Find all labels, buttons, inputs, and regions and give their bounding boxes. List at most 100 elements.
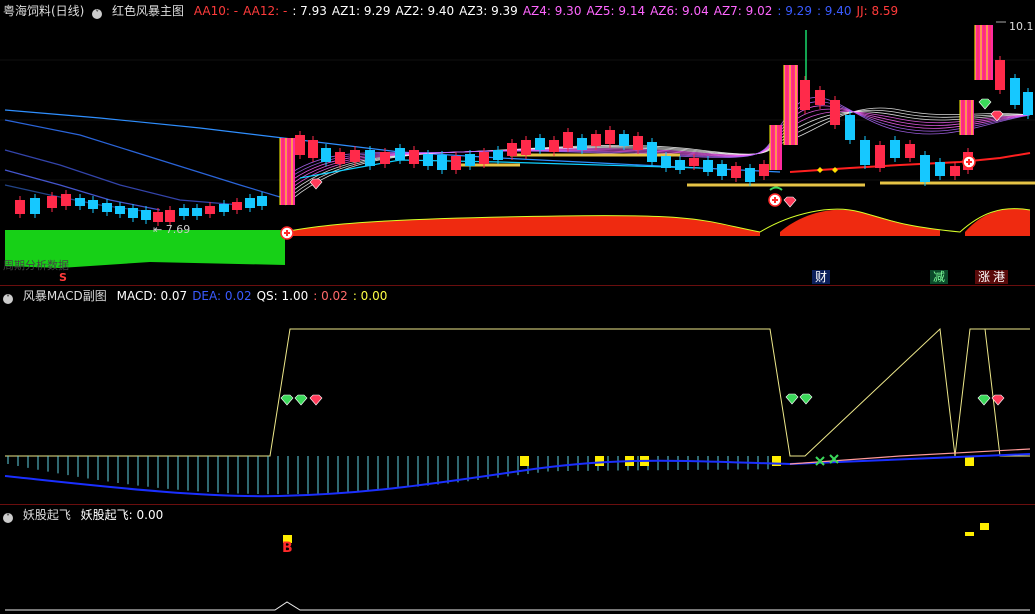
gem-icon xyxy=(799,393,813,405)
indicator-values: AA10: - AA12: -: 7.93 AZ1: 9.29 AZ2: 9.40 AZ… xyxy=(194,4,903,18)
gem-icon xyxy=(280,394,294,406)
collapse-toggle-icon[interactable]: ˅ xyxy=(3,294,13,304)
candle-body xyxy=(75,198,85,206)
fan-line xyxy=(284,101,1031,182)
gem-icon xyxy=(309,178,323,190)
candle-body xyxy=(591,134,601,146)
indicator-value: : 7.93 xyxy=(292,4,327,18)
diamond-icon xyxy=(817,167,823,173)
candle-body xyxy=(577,138,587,150)
candle-body xyxy=(437,155,447,170)
candle-body xyxy=(153,212,163,222)
gem-icon xyxy=(783,196,797,208)
candle-body xyxy=(703,160,713,172)
candle-body xyxy=(232,202,242,210)
indicator-value: 妖股起飞: 0.00 xyxy=(80,508,164,522)
candle-body xyxy=(521,140,531,155)
candle-body xyxy=(905,144,915,158)
sell-marker: S xyxy=(59,271,67,284)
main-chart-pane[interactable]: 粤海饲料(日线) ˅ 红色风暴主图 AA10: - AA12: -: 7.93 AZ… xyxy=(0,0,1035,285)
buy-marker: B xyxy=(282,540,293,556)
candle-body xyxy=(549,140,559,152)
gem-icon xyxy=(977,394,991,406)
moving-average-line xyxy=(4,149,241,206)
high-price-label: 10.1 xyxy=(1009,20,1034,33)
macd-indicator-header: ˅ 风暴MACD副图 MACD: 0.07 DEA: 0.02 QS: 1.00: … xyxy=(0,286,398,306)
collapse-toggle-icon[interactable]: ˅ xyxy=(92,9,103,19)
candle-body xyxy=(815,90,825,105)
spike-candle xyxy=(280,138,295,205)
hk-news-badge[interactable]: 港 xyxy=(990,270,1009,284)
candle-body xyxy=(920,155,930,182)
candle-body xyxy=(61,194,71,206)
candle-body xyxy=(365,150,375,166)
candle-body xyxy=(409,150,419,164)
candle-body xyxy=(245,198,255,208)
signal-square xyxy=(980,523,989,530)
candle-body xyxy=(205,206,215,214)
candle-body xyxy=(830,100,840,125)
macd-pane[interactable]: ˅ 风暴MACD副图 MACD: 0.07 DEA: 0.02 QS: 1.00: … xyxy=(0,286,1035,504)
collapse-toggle-icon[interactable]: ˅ xyxy=(3,513,13,523)
candle-body xyxy=(717,164,727,176)
finance-news-badge[interactable]: 财 xyxy=(812,270,831,284)
candle-body xyxy=(165,210,175,222)
candle-body xyxy=(479,152,489,164)
indicator-value: QS: 1.00 xyxy=(256,289,309,303)
indicator-value: AA12: - xyxy=(243,4,288,18)
yao-pane[interactable]: ˅ 妖股起飞 妖股起飞: 0.00 B xyxy=(0,505,1035,614)
candlestick-chart[interactable] xyxy=(0,0,1035,285)
candle-body xyxy=(192,208,202,216)
indicator-value: DEA: 0.02 xyxy=(192,289,252,303)
indicator-name: 风暴MACD副图 xyxy=(22,289,107,303)
macd-chart[interactable] xyxy=(0,286,1035,504)
main-indicator-header: 粤海饲料(日线) ˅ 红色风暴主图 AA10: - AA12: -: 7.93 AZ… xyxy=(0,1,909,21)
low-price-label: ⇤ 7.69 xyxy=(153,223,191,236)
candle-body xyxy=(15,200,25,214)
reduce-news-badge[interactable]: 减 xyxy=(930,270,949,284)
candle-body xyxy=(493,150,503,160)
candle-body xyxy=(675,160,685,170)
indicator-name: 妖股起飞 xyxy=(22,508,71,522)
candle-body xyxy=(380,152,390,164)
indicator-value: AZ7: 9.02 xyxy=(713,4,773,18)
candle-body xyxy=(128,208,138,218)
candle-body xyxy=(860,140,870,165)
green-arc-icon xyxy=(769,186,783,191)
candle-body xyxy=(335,152,345,164)
candle-body xyxy=(995,60,1005,90)
candle-body xyxy=(535,138,545,150)
candle-body xyxy=(661,156,671,168)
candle-body xyxy=(800,80,810,110)
fan-line xyxy=(284,105,1031,186)
candle-body xyxy=(308,140,318,158)
candle-body xyxy=(257,196,267,206)
candle-body xyxy=(875,145,885,168)
candle-body xyxy=(88,200,98,209)
candle-body xyxy=(321,148,331,162)
candle-body xyxy=(47,196,57,208)
candle-body xyxy=(179,208,189,216)
candle-body xyxy=(1010,78,1020,105)
candle-body xyxy=(102,203,112,212)
red-area xyxy=(965,208,1030,236)
gem-icon xyxy=(294,394,308,406)
candle-body xyxy=(619,134,629,146)
yao-baseline xyxy=(5,601,1030,611)
indicator-value: AZ1: 9.29 xyxy=(331,4,391,18)
candle-body xyxy=(451,156,461,170)
gem-icon xyxy=(309,394,323,406)
candle-body xyxy=(759,164,769,176)
candle-body xyxy=(563,132,573,148)
indicator-values: MACD: 0.07 DEA: 0.02 QS: 1.00: 0.02: 0.00 xyxy=(117,289,393,303)
gem-icon xyxy=(978,98,992,110)
candle-body xyxy=(465,154,475,166)
candle-body xyxy=(731,166,741,178)
indicator-value: AZ3: 9.39 xyxy=(459,4,518,18)
candle-body xyxy=(1023,92,1033,115)
candle-body xyxy=(141,210,151,220)
candle-body xyxy=(423,154,433,166)
candle-body xyxy=(950,166,960,176)
signal-square xyxy=(520,456,529,466)
indicator-value: : 9.29 xyxy=(777,4,812,18)
